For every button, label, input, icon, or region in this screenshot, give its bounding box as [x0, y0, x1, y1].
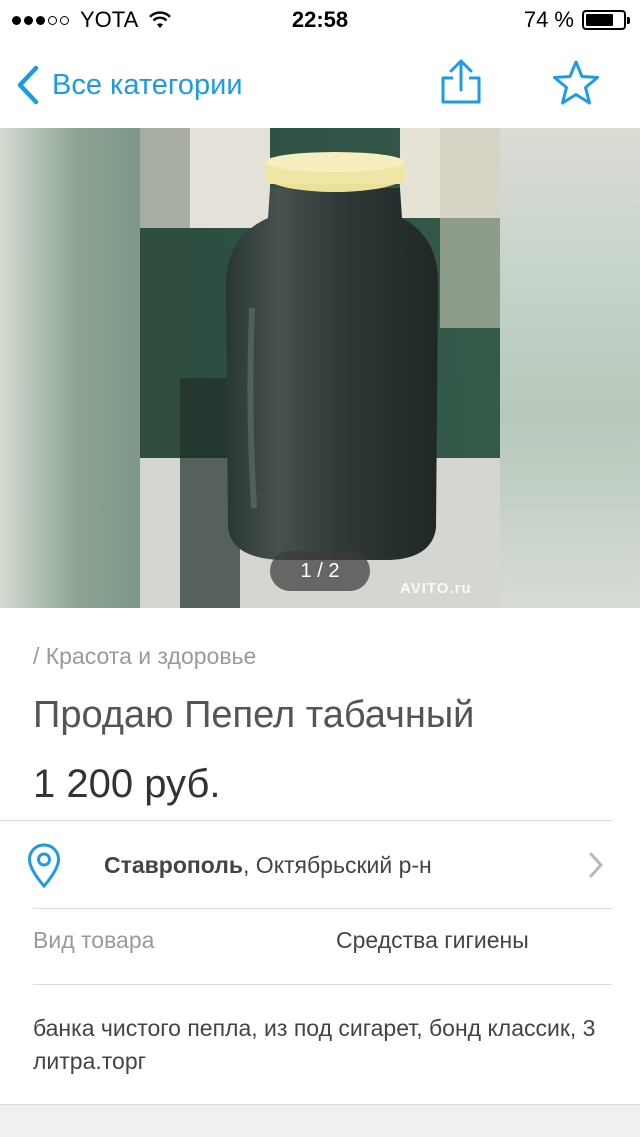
param-value: Средства гигиены [336, 927, 529, 953]
photo-counter: 1 / 2 [270, 551, 370, 591]
map-pin-icon [27, 843, 61, 889]
battery-icon [582, 10, 630, 30]
listing-title: Продаю Пепел табачный [33, 694, 475, 736]
listing-price: 1 200 руб. [33, 762, 221, 806]
jar-photo-image [140, 128, 500, 608]
chevron-left-icon [17, 65, 39, 105]
favorite-button[interactable] [551, 58, 601, 108]
share-icon [441, 59, 481, 104]
param-label: Вид товара [33, 927, 155, 953]
navigation-bar: Все категории [0, 40, 640, 128]
photo-gallery[interactable]: 1 / 2 [0, 128, 640, 608]
battery-level [586, 14, 613, 26]
divider [33, 984, 612, 985]
location-row[interactable]: Ставрополь, Октябрьский р-н [0, 821, 640, 909]
category-breadcrumb[interactable]: / Красота и здоровье [33, 643, 256, 670]
location-district: , Октябрьский р-н [243, 852, 432, 878]
star-icon [553, 60, 599, 105]
chevron-right-icon [589, 852, 603, 878]
listing-description: банка чистого пепла, из под сигарет, бон… [33, 1015, 596, 1074]
location-text: Ставрополь, Октябрьский р-н [104, 852, 432, 879]
listing-photo[interactable] [140, 128, 500, 608]
avito-watermark: AVITO.ru [400, 580, 472, 597]
previous-photo-preview [0, 128, 140, 608]
back-button[interactable]: Все категории [16, 60, 243, 110]
divider [33, 908, 612, 909]
share-button[interactable] [438, 58, 484, 108]
footer-strip [0, 1104, 640, 1137]
status-bar: YOTA 22:58 74 % [0, 0, 640, 40]
battery-percentage: 74 % [523, 7, 574, 32]
next-photo-preview [500, 128, 640, 608]
back-button-label: Все категории [52, 68, 243, 101]
status-right: 74 % [523, 7, 630, 33]
location-city: Ставрополь [104, 852, 244, 878]
